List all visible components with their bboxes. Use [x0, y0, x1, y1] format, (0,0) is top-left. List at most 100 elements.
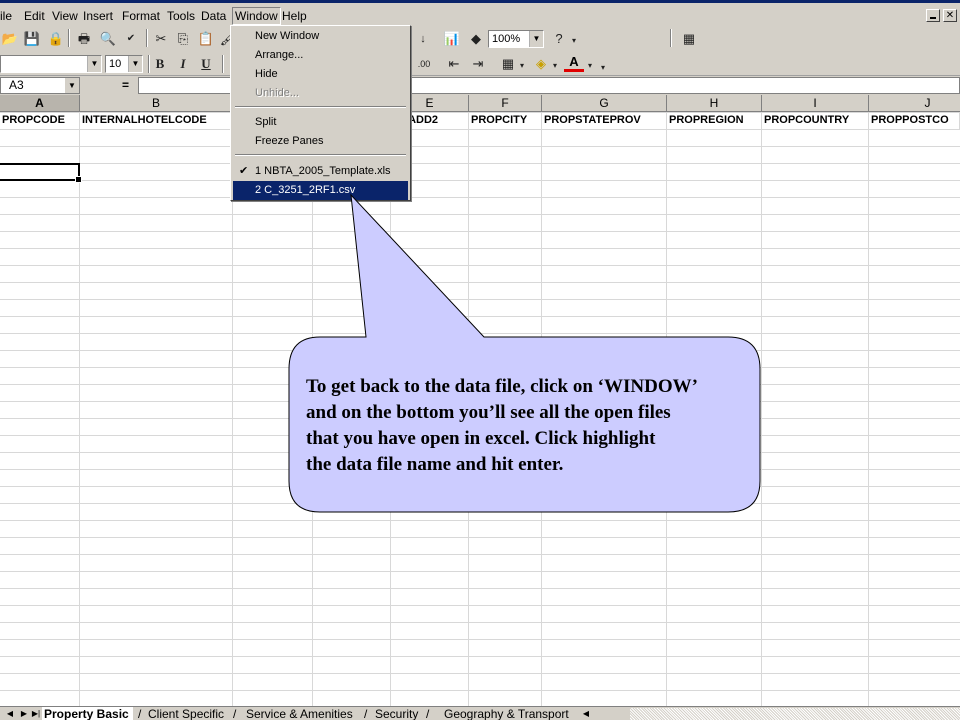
menu-separator [235, 154, 406, 156]
sheet-tab-security[interactable]: Security [375, 707, 418, 720]
menu-edit[interactable]: Edit [22, 7, 47, 25]
menu-item-freeze-panes[interactable]: Freeze Panes [233, 132, 408, 151]
decrease-decimal-icon[interactable]: .00 [414, 54, 434, 74]
chevron-down-icon[interactable]: ▼ [87, 56, 101, 72]
name-box[interactable]: A3 ▼ [0, 77, 80, 94]
cell-a1[interactable]: PROPCODE [0, 112, 80, 129]
menu-data[interactable]: Data [199, 7, 228, 25]
cell-i1[interactable]: PROPCOUNTRY [762, 112, 869, 129]
menu-help[interactable]: Help [280, 7, 309, 25]
menu-insert[interactable]: Insert [81, 7, 115, 25]
cut-icon[interactable]: ✂ [151, 29, 171, 49]
menu-separator [235, 106, 406, 108]
menu-tools[interactable]: Tools [165, 7, 197, 25]
menu-item-arrange[interactable]: Arrange... [233, 46, 408, 65]
sort-descending-icon[interactable]: ↓ [413, 29, 433, 49]
close-workbook-button[interactable]: ✕ [943, 9, 957, 22]
font-color-icon[interactable]: A [564, 53, 584, 72]
tab-divider: / [233, 707, 237, 720]
print-icon[interactable]: 🖶 [74, 29, 94, 49]
decrease-indent-icon[interactable]: ⇤ [444, 54, 464, 74]
spelling-icon[interactable]: ✔ [121, 29, 141, 49]
grid-line [232, 112, 233, 706]
menu-item-window-2[interactable]: 2 C_3251_2RF1.csv [233, 181, 408, 200]
sheet-tab-client-specific[interactable]: Client Specific [148, 707, 224, 720]
column-header-i[interactable]: I [762, 95, 869, 112]
scroll-tabs-last-icon[interactable]: ▶| [30, 707, 42, 720]
formula-equals-icon: = [122, 78, 130, 92]
menu-format[interactable]: Format [120, 7, 162, 25]
active-cell-cursor[interactable] [0, 163, 82, 183]
toolbar-options-icon[interactable]: ▾ [597, 58, 609, 78]
formula-bar: A3 ▼ = [0, 76, 960, 95]
calculator-icon[interactable]: ▦ [679, 29, 699, 49]
chart-wizard-icon[interactable]: 📊 [442, 29, 462, 49]
sheet-tab-property-basic[interactable]: Property Basic [42, 707, 133, 720]
cell-f1[interactable]: PROPCITY [469, 112, 542, 129]
menu-item-window-1[interactable]: ✔ 1 NBTA_2005_Template.xls [233, 162, 408, 181]
permission-icon[interactable]: 🔒 [46, 29, 66, 49]
chevron-down-icon[interactable]: ▾ [584, 56, 596, 76]
menu-file[interactable]: ile [0, 7, 14, 25]
tab-divider: / [364, 707, 368, 720]
help-icon[interactable]: ? [549, 29, 569, 49]
italic-button[interactable]: I [173, 54, 193, 74]
sheet-tab-bar: ◀ ▶ ▶| Property Basic / Client Specific … [0, 706, 960, 720]
drawing-icon[interactable]: ◆ [466, 29, 486, 49]
toolbar-separator [670, 29, 672, 47]
tab-split-left-icon[interactable]: ◀ [580, 707, 592, 720]
cell-j1[interactable]: PROPPOSTCO [869, 112, 960, 129]
column-header-a[interactable]: A [0, 95, 80, 112]
toolbar-options-icon[interactable]: ▾ [568, 31, 580, 51]
menu-item-split[interactable]: Split [233, 113, 408, 132]
standard-toolbar: 📂 💾 🔒 🖶 🔍 ✔ ✂ ⎘ 📋 🖌 ↓ 📊 ◆ 100% ▼ ? ▾ ▦ [0, 26, 960, 52]
column-header-h[interactable]: H [667, 95, 762, 112]
window-menu: New Window Arrange... Hide Unhide... Spl… [230, 25, 411, 201]
scroll-tabs-prev-icon[interactable]: ◀ [4, 707, 16, 720]
zoom-combo[interactable]: 100% ▼ [488, 30, 544, 48]
column-header-f[interactable]: F [469, 95, 542, 112]
menu-item-hide[interactable]: Hide [233, 65, 408, 84]
horizontal-scrollbar[interactable] [630, 708, 960, 720]
paste-icon[interactable]: 📋 [196, 29, 216, 49]
open-icon[interactable]: 📂 [0, 29, 20, 49]
font-size-value: 10 [109, 58, 122, 70]
sheet-tab-service-amenities[interactable]: Service & Amenities [246, 707, 353, 720]
bold-button[interactable]: B [150, 54, 170, 74]
cell-g1[interactable]: PROPSTATEPROV [542, 112, 667, 129]
menu-item-unhide: Unhide... [255, 87, 300, 99]
scroll-tabs-next-icon[interactable]: ▶ [18, 707, 30, 720]
grid-line [868, 112, 869, 706]
menu-item-new-window[interactable]: New Window [233, 27, 408, 46]
grid-line [79, 112, 80, 706]
print-preview-icon[interactable]: 🔍 [98, 29, 118, 49]
chevron-down-icon[interactable]: ▼ [128, 56, 142, 72]
copy-icon[interactable]: ⎘ [173, 29, 193, 49]
menu-window[interactable]: Window [232, 7, 281, 25]
tab-divider: / [426, 707, 430, 720]
chevron-down-icon[interactable]: ▼ [65, 78, 79, 93]
font-size-combo[interactable]: 10 ▼ [105, 55, 143, 73]
column-header-b[interactable]: B [80, 95, 233, 112]
cell-b1[interactable]: INTERNALHOTELCODE [80, 112, 233, 129]
fill-color-icon[interactable]: ◈ [531, 54, 551, 74]
underline-button[interactable]: U [196, 54, 216, 74]
column-header-g[interactable]: G [542, 95, 667, 112]
tab-divider: / [138, 707, 142, 720]
name-box-value: A3 [9, 78, 24, 92]
increase-indent-icon[interactable]: ⇥ [468, 54, 488, 74]
cell-h1[interactable]: PROPREGION [667, 112, 762, 129]
toolbar-separator [146, 29, 148, 47]
menu-view[interactable]: View [50, 7, 80, 25]
sheet-tab-geography-transport[interactable]: Geography & Transport [444, 707, 569, 720]
column-header-j[interactable]: J [869, 95, 960, 112]
font-name-combo[interactable]: ▼ [0, 55, 102, 73]
callout-text: To get back to the data file, click on ‘… [306, 376, 698, 475]
chevron-down-icon[interactable]: ▾ [549, 56, 561, 76]
chevron-down-icon[interactable]: ▾ [516, 56, 528, 76]
minimize-workbook-button[interactable] [926, 9, 940, 22]
grid-line [761, 112, 762, 706]
save-icon[interactable]: 💾 [22, 29, 42, 49]
borders-icon[interactable]: ▦ [498, 54, 518, 74]
chevron-down-icon[interactable]: ▼ [529, 31, 543, 47]
